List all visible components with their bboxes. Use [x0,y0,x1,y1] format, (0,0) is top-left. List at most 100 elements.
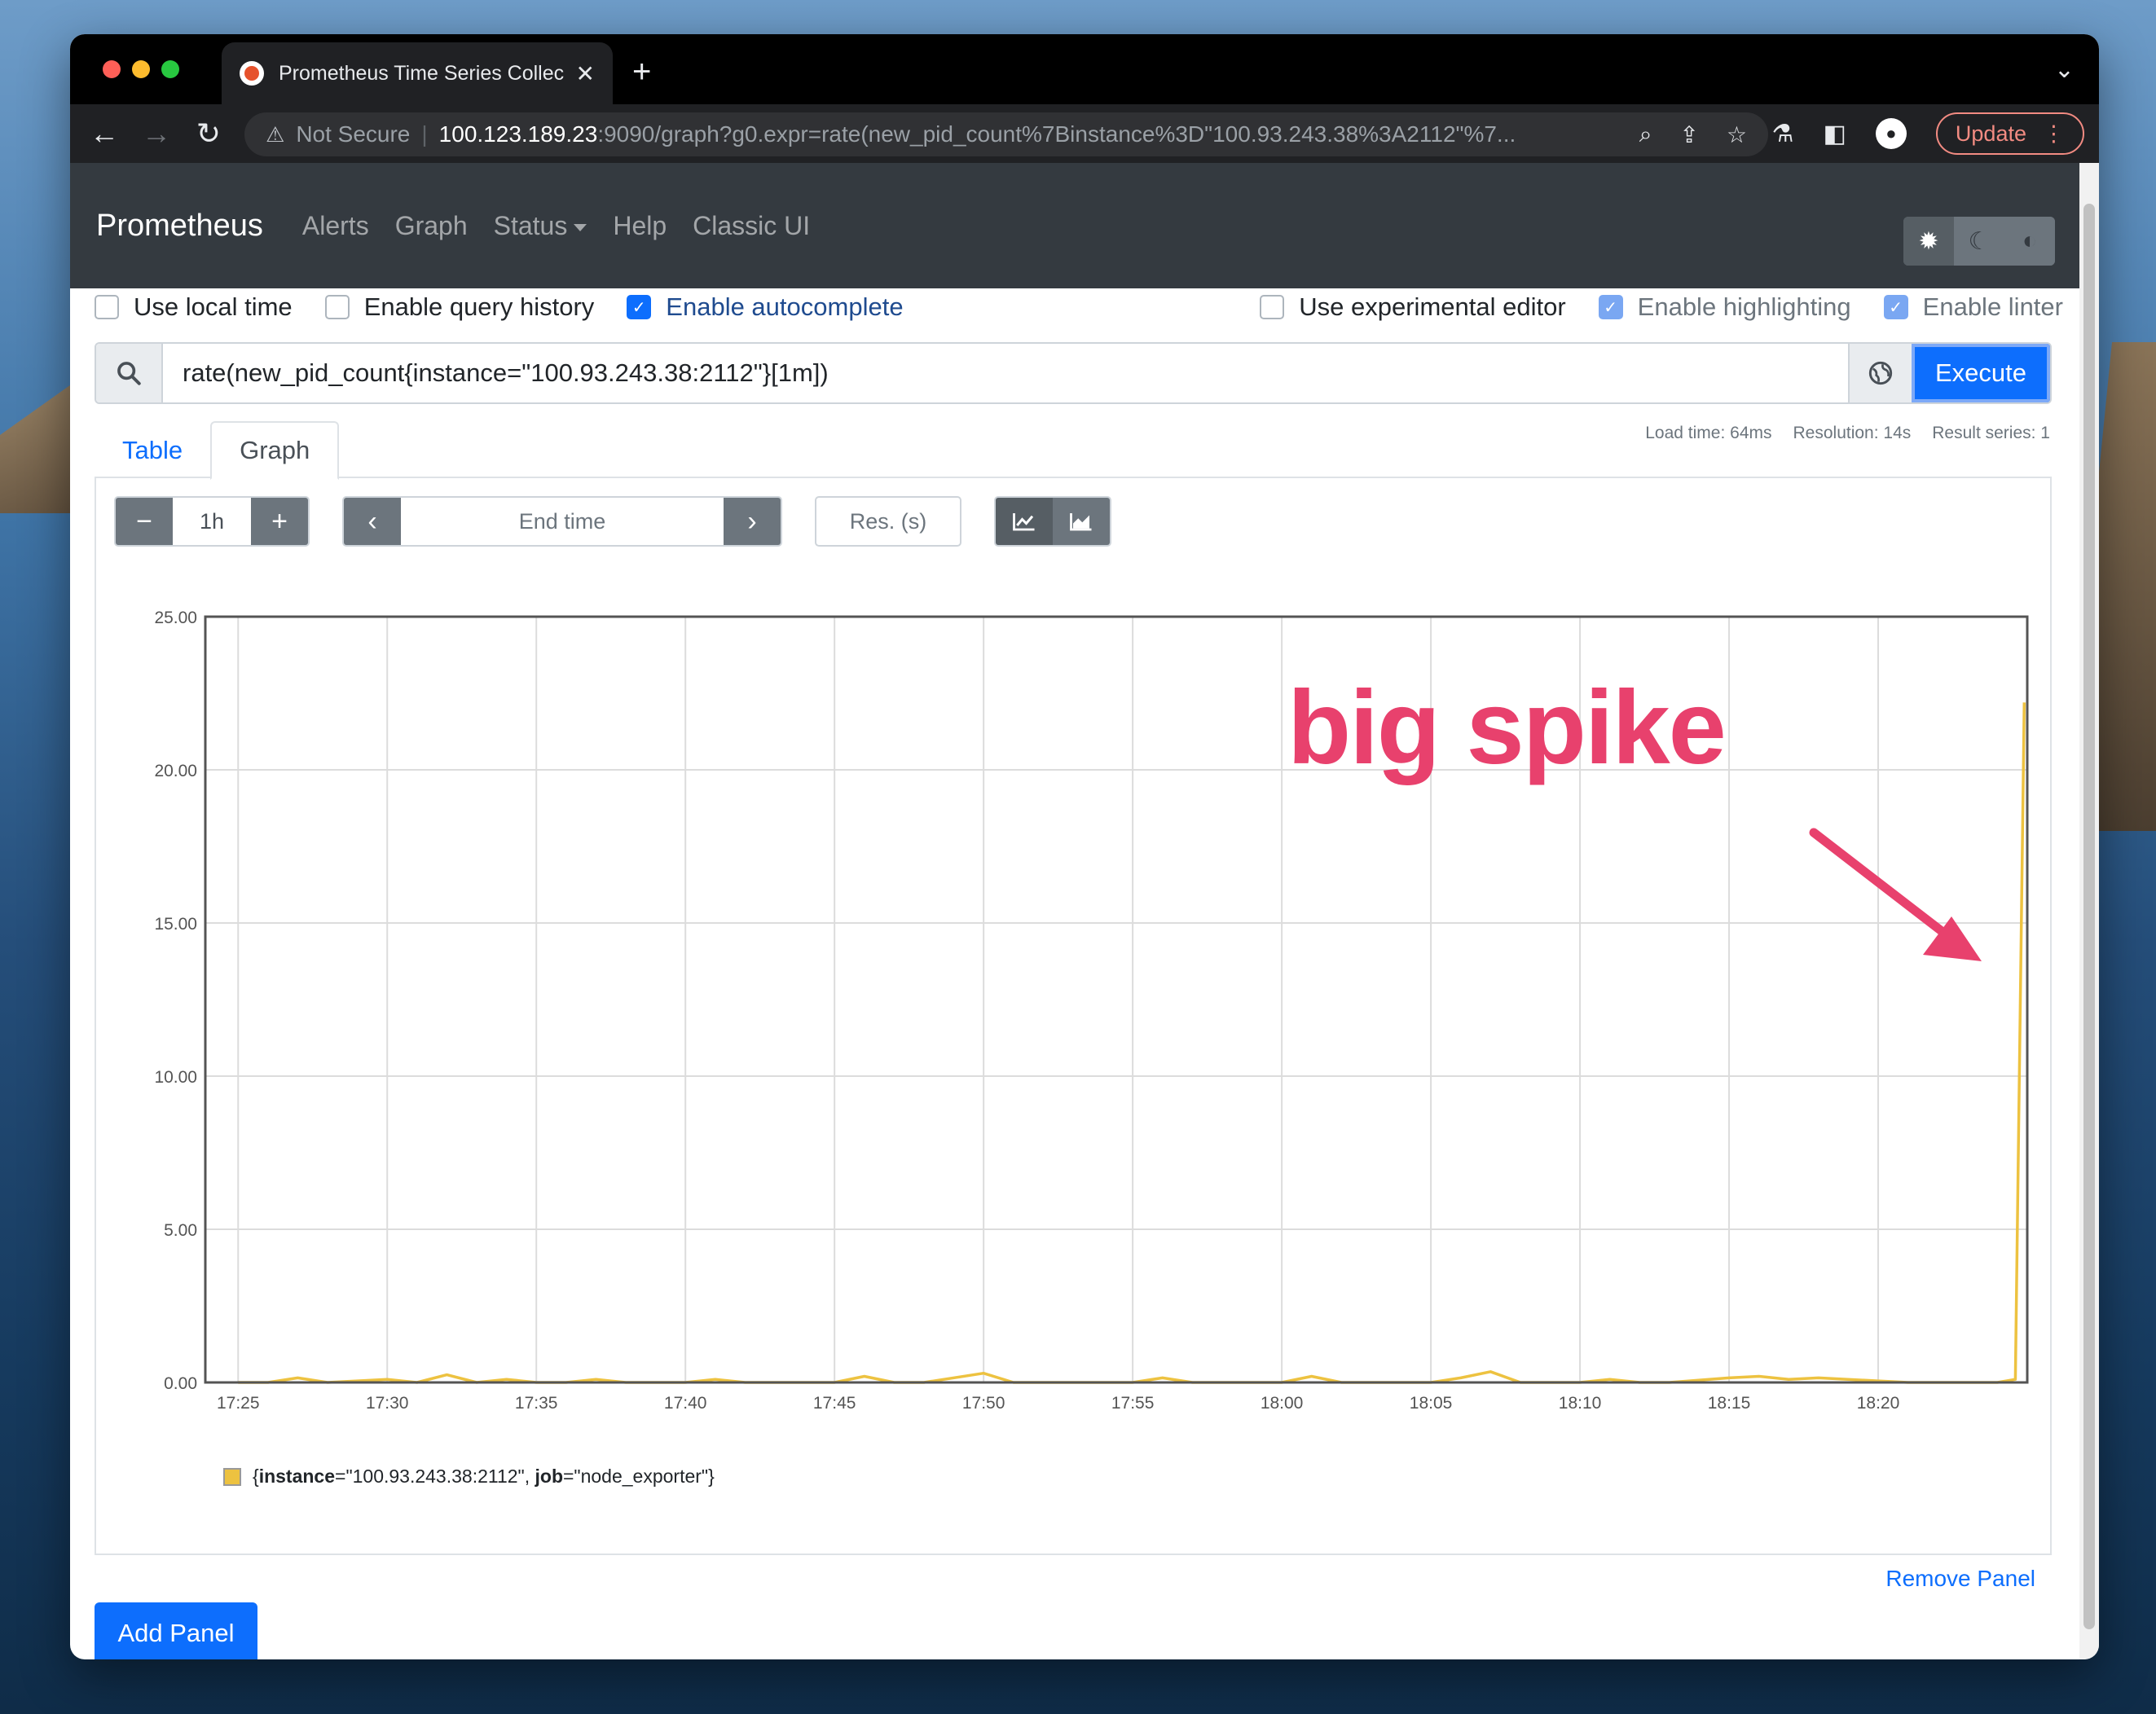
enable-highlighting-label: Enable highlighting [1637,292,1851,321]
reload-icon[interactable]: ↻ [183,116,235,151]
annotation-text: big spike [1287,670,1727,786]
x-tick-label: 17:25 [217,1394,260,1413]
forward-icon[interactable]: → [130,116,183,151]
y-tick-label: 0.00 [164,1374,197,1393]
legend-item[interactable]: {instance="100.93.243.38:2112", job="nod… [223,1466,715,1488]
nav-status[interactable]: Status [494,211,587,241]
x-tick-label: 17:30 [366,1394,409,1413]
browser-window: Prometheus Time Series Collec ✕ + ⌄ ← → … [70,34,2099,1659]
execute-button[interactable]: Execute [1912,344,2050,402]
profile-avatar-icon[interactable]: ● [1875,118,1907,149]
query-bar: rate(new_pid_count{instance="100.93.243.… [95,342,2052,404]
use-local-time-label: Use local time [134,292,293,321]
update-button[interactable]: Update ⋮ [1935,112,2084,155]
theme-toggle-group: ✹ ☾ ◐ [1903,217,2055,266]
address-separator: | [421,121,428,147]
nav-alerts[interactable]: Alerts [302,211,369,241]
search-icon [96,344,163,402]
x-tick-label: 18:10 [1559,1394,1602,1413]
end-time-input[interactable]: End time [401,498,724,545]
enable-autocomplete-option[interactable]: ✓ Enable autocomplete [627,292,904,322]
x-tick-label: 18:15 [1708,1394,1751,1413]
graph-panel: − 1h + ‹ End time › Res. (s) 0.00 5.00 10.… [95,478,2052,1555]
enable-linter-checkbox[interactable]: ✓ [1883,295,1908,319]
nav-classic-ui[interactable]: Classic UI [693,211,810,241]
x-tick-label: 18:00 [1261,1394,1304,1413]
enable-query-history-option[interactable]: Enable query history [324,292,594,322]
tab-graph[interactable]: Graph [210,421,340,480]
x-tick-label: 18:20 [1857,1394,1900,1413]
share-icon[interactable]: ⇪ [1679,121,1698,148]
enable-highlighting-option[interactable]: ✓ Enable highlighting [1598,292,1851,322]
stacked-chart-icon[interactable] [1053,498,1110,545]
previous-time-button[interactable]: ‹ [344,498,401,545]
x-tick-label: 17:35 [515,1394,558,1413]
enable-autocomplete-label: Enable autocomplete [666,292,904,321]
metrics-explorer-globe-icon[interactable] [1848,344,1912,402]
prometheus-navbar: Prometheus Alerts Graph Status Help Clas… [70,163,2079,288]
decrease-range-button[interactable]: − [116,498,173,545]
y-tick-label: 25.00 [154,609,197,627]
prometheus-favicon-icon [240,61,264,86]
url-path: :9090/graph?g0.expr=rate(new_pid_count%7… [597,121,1516,147]
use-experimental-editor-checkbox[interactable] [1260,295,1285,319]
scrollbar-thumb[interactable] [2083,204,2095,1629]
menu-dots-icon: ⋮ [2043,121,2065,146]
expression-input[interactable]: rate(new_pid_count{instance="100.93.243.… [163,344,1848,402]
nav-graph[interactable]: Graph [395,211,468,241]
new-tab-icon[interactable]: + [632,55,651,88]
nav-help[interactable]: Help [613,211,667,241]
y-tick-label: 15.00 [154,915,197,934]
maximize-window-button[interactable] [161,60,179,78]
y-tick-label: 10.00 [154,1068,197,1087]
sun-icon[interactable]: ✹ [1903,217,1954,266]
resolution-input[interactable]: Res. (s) [815,496,961,547]
address-bar[interactable]: ⚠ Not Secure | 100.123.189.23 :9090/grap… [244,112,1768,156]
labs-flask-icon[interactable]: ⚗ [1772,120,1794,148]
update-label: Update [1955,121,2026,146]
contrast-icon[interactable]: ◐ [2004,217,2055,266]
page-scrollbar[interactable] [2079,163,2099,1659]
tab-table[interactable]: Table [95,421,210,480]
enable-autocomplete-checkbox[interactable]: ✓ [627,295,652,319]
enable-highlighting-checkbox[interactable]: ✓ [1598,295,1623,319]
close-window-button[interactable] [103,60,121,78]
side-panel-icon[interactable]: ◧ [1824,120,1846,148]
end-time-group: ‹ End time › [342,496,782,547]
x-tick-label: 17:55 [1111,1394,1155,1413]
tab-title: Prometheus Time Series Collec [279,61,565,85]
enable-linter-label: Enable linter [1922,292,2063,321]
use-local-time-checkbox[interactable] [95,295,119,319]
browser-tab[interactable]: Prometheus Time Series Collec ✕ [222,42,613,104]
use-experimental-editor-option[interactable]: Use experimental editor [1260,292,1566,322]
prometheus-brand[interactable]: Prometheus [96,209,263,244]
next-time-button[interactable]: › [724,498,781,545]
back-icon[interactable]: ← [78,116,130,151]
increase-range-button[interactable]: + [251,498,308,545]
line-chart-icon[interactable] [996,498,1053,545]
enable-linter-option[interactable]: ✓ Enable linter [1883,292,2063,322]
panel-tabs: Table Graph [95,421,2052,480]
caret-down-icon [574,223,587,231]
add-panel-button[interactable]: Add Panel [95,1602,257,1659]
zoom-icon[interactable]: ⌕ [1639,121,1652,148]
moon-icon[interactable]: ☾ [1954,217,2004,266]
close-tab-icon[interactable]: ✕ [576,60,595,87]
plot-background [205,617,2027,1382]
y-tick-label: 5.00 [164,1221,197,1240]
x-tick-label: 18:05 [1410,1394,1453,1413]
browser-toolbar: ← → ↻ ⚠ Not Secure | 100.123.189.23 :909… [70,104,2099,163]
graph-controls: − 1h + ‹ End time › Res. (s) [114,496,1144,547]
use-local-time-option[interactable]: Use local time [95,292,293,322]
legend-label: {instance="100.93.243.38:2112", job="nod… [253,1466,715,1487]
range-input[interactable]: 1h [173,498,251,545]
enable-query-history-checkbox[interactable] [324,295,350,319]
remove-panel-link[interactable]: Remove Panel [1885,1566,2035,1592]
bookmark-star-icon[interactable]: ☆ [1727,121,1747,148]
tab-bar: Prometheus Time Series Collec ✕ + ⌄ [70,34,2099,104]
minimize-window-button[interactable] [132,60,150,78]
not-secure-label: Not Secure [296,121,411,147]
y-tick-label: 20.00 [154,762,197,780]
tab-search-chevron-icon[interactable]: ⌄ [2054,55,2075,84]
range-group: − 1h + [114,496,310,547]
